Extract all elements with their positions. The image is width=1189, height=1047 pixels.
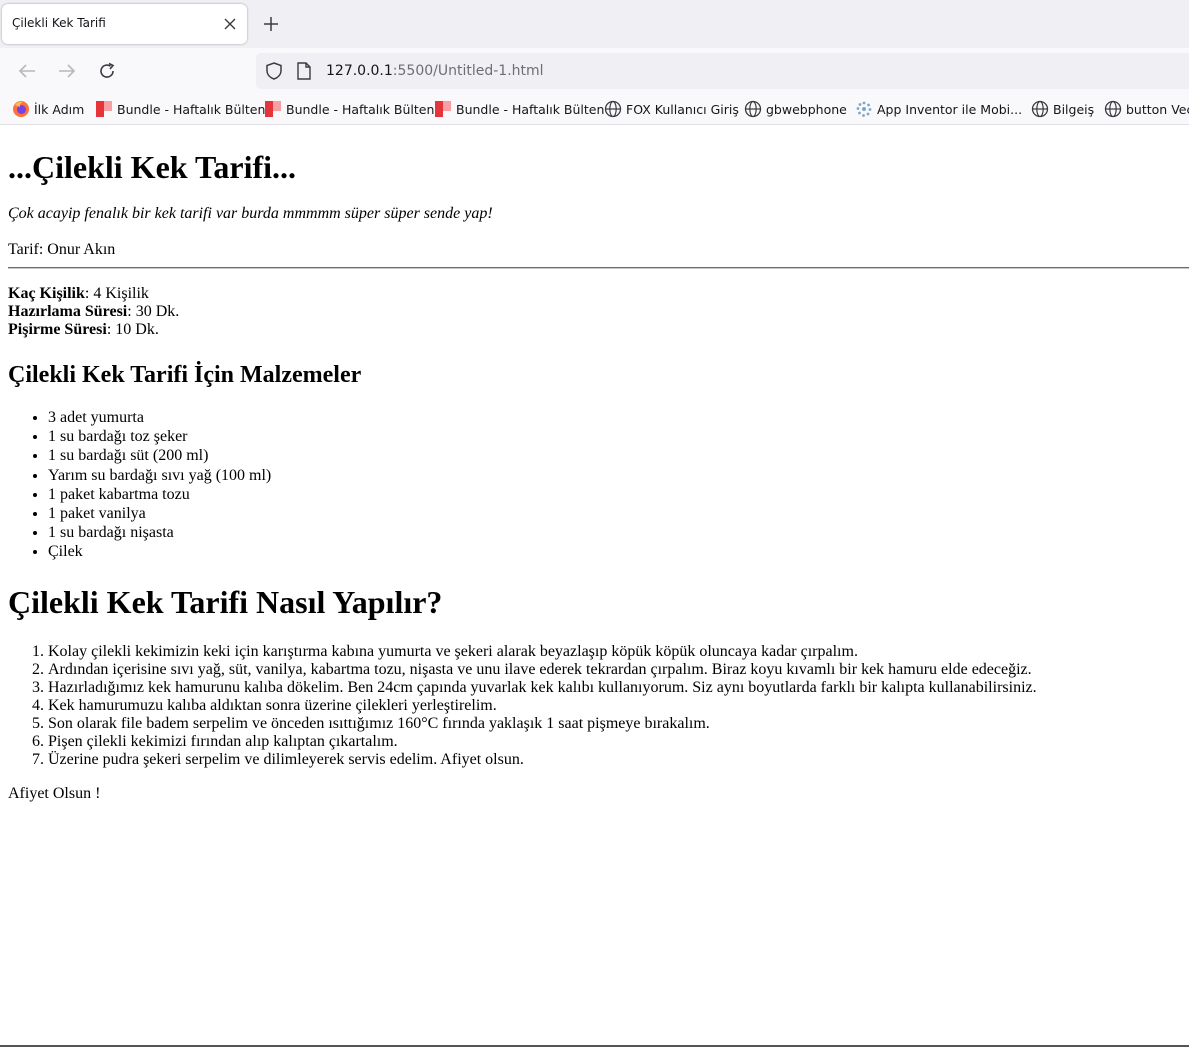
bundle-icon: [95, 100, 113, 118]
bookmark-fox-kullanici[interactable]: FOX Kullanıcı Giriş: [604, 100, 739, 118]
list-item: 3 adet yumurta: [48, 408, 271, 427]
meta-label: Kaç Kişilik: [8, 285, 85, 302]
list-item: 1 su bardağı nişasta: [48, 523, 271, 542]
list-item: Yarım su bardağı sıvı yağ (100 ml): [48, 466, 271, 485]
url-text[interactable]: 127.0.0.1:5500/Untitled-1.html: [326, 63, 544, 79]
back-arrow-icon[interactable]: [15, 59, 39, 83]
bookmark-gbwebphone[interactable]: gbwebphone: [744, 100, 847, 118]
globe-icon: [744, 100, 762, 118]
navigation-toolbar: 127.0.0.1:5500/Untitled-1.html: [0, 48, 1189, 94]
bookmark-label: Bilgeiş: [1053, 101, 1095, 117]
new-tab-icon[interactable]: [259, 12, 283, 36]
globe-icon: [1104, 100, 1122, 118]
bundle-icon: [264, 100, 282, 118]
bookmark-app-inventor[interactable]: App Inventor ile Mobi...: [855, 100, 1022, 118]
step-item: Üzerine pudra şekeri serpelim ve dilimle…: [48, 751, 1037, 769]
bookmark-label: İlk Adım: [34, 101, 85, 117]
app-inventor-icon: [855, 100, 873, 118]
bookmark-label: FOX Kullanıcı Giriş: [626, 101, 739, 117]
list-item: Çilek: [48, 542, 271, 561]
tab-strip: Çilekli Kek Tarifi: [0, 0, 1189, 48]
bookmark-label: App Inventor ile Mobi...: [877, 101, 1023, 117]
bookmark-label: button Vec: [1126, 101, 1189, 117]
recipe-author: Tarif: Onur Akın: [8, 241, 116, 258]
active-tab[interactable]: Çilekli Kek Tarifi: [2, 4, 247, 44]
steps-list: Kolay çilekli kekimizin keki için karışt…: [8, 643, 1037, 769]
bookmarks-toolbar: İlk Adım Bundle - Haftalık Bülten Bundle…: [0, 94, 1189, 125]
step-item: Kek hamurumuzu kalıba aldıktan sonra üze…: [48, 697, 1037, 715]
page-title: ...Çilekli Kek Tarifi...: [8, 149, 297, 185]
close-tab-icon[interactable]: [220, 14, 240, 34]
bookmark-bundle-1[interactable]: Bundle - Haftalık Bülten: [95, 100, 265, 118]
shield-icon[interactable]: [264, 61, 284, 81]
firefox-icon: [12, 100, 30, 118]
forward-arrow-icon[interactable]: [55, 59, 79, 83]
meta-label: Pişirme Süresi: [8, 321, 107, 338]
list-item: 1 paket vanilya: [48, 504, 271, 523]
globe-icon: [604, 100, 622, 118]
step-item: Son olarak file badem serpelim ve öncede…: [48, 715, 1037, 733]
address-bar[interactable]: 127.0.0.1:5500/Untitled-1.html: [256, 53, 1189, 89]
list-item: 1 paket kabartma tozu: [48, 485, 271, 504]
meta-value: : 10 Dk.: [106, 321, 159, 338]
closing-text: Afiyet Olsun !: [8, 785, 101, 802]
bookmark-label: Bundle - Haftalık Bülten: [117, 101, 266, 117]
globe-icon: [1031, 100, 1049, 118]
page-icon[interactable]: [296, 62, 312, 80]
bookmark-bundle-2[interactable]: Bundle - Haftalık Bülten: [264, 100, 434, 118]
bookmark-ilk-adim[interactable]: İlk Adım: [12, 100, 84, 118]
bookmark-label: Bundle - Haftalık Bülten: [456, 101, 605, 117]
list-item: 1 su bardağı toz şeker: [48, 427, 271, 446]
tab-title: Çilekli Kek Tarifi: [12, 16, 106, 30]
ingredients-heading: Çilekli Kek Tarifi İçin Malzemeler: [8, 362, 362, 388]
meta-servings: Kaç Kişilik: 4 Kişilik: [8, 285, 179, 303]
step-item: Hazırladığımız kek hamurunu kalıba dökel…: [48, 679, 1037, 697]
horizontal-rule: [8, 267, 1189, 269]
meta-cook-time: Pişirme Süresi: 10 Dk.: [8, 321, 179, 339]
page-content: ...Çilekli Kek Tarifi... Çok acayip fena…: [0, 125, 1189, 1043]
bundle-icon: [434, 100, 452, 118]
meta-value: : 4 Kişilik: [84, 285, 149, 302]
step-item: Ardından içerisine sıvı yağ, süt, vanily…: [48, 661, 1037, 679]
meta-prep-time: Hazırlama Süresi: 30 Dk.: [8, 303, 179, 321]
meta-label: Hazırlama Süresi: [8, 303, 128, 320]
bookmark-label: Bundle - Haftalık Bülten: [286, 101, 435, 117]
url-host: 127.0.0.1: [326, 63, 393, 79]
recipe-meta: Kaç Kişilik: 4 Kişilik Hazırlama Süresi:…: [8, 285, 179, 339]
bookmark-bundle-3[interactable]: Bundle - Haftalık Bülten: [434, 100, 604, 118]
bookmark-label: gbwebphone: [766, 101, 847, 117]
meta-value: : 30 Dk.: [127, 303, 180, 320]
bookmark-button-vec[interactable]: button Vec: [1104, 100, 1189, 118]
page-subtitle: Çok acayip fenalık bir kek tarifi var bu…: [8, 205, 493, 222]
ingredients-list: 3 adet yumurta 1 su bardağı toz şeker 1 …: [8, 408, 271, 562]
steps-heading: Çilekli Kek Tarifi Nasıl Yapılır?: [8, 584, 443, 620]
step-item: Kolay çilekli kekimizin keki için karışt…: [48, 643, 1037, 661]
step-item: Pişen çilekli kekimizi fırından alıp kal…: [48, 733, 1037, 751]
reload-icon[interactable]: [95, 59, 119, 83]
bookmark-bilgeis[interactable]: Bilgeiş: [1031, 100, 1094, 118]
url-path: :5500/Untitled-1.html: [392, 63, 544, 79]
list-item: 1 su bardağı süt (200 ml): [48, 446, 271, 465]
